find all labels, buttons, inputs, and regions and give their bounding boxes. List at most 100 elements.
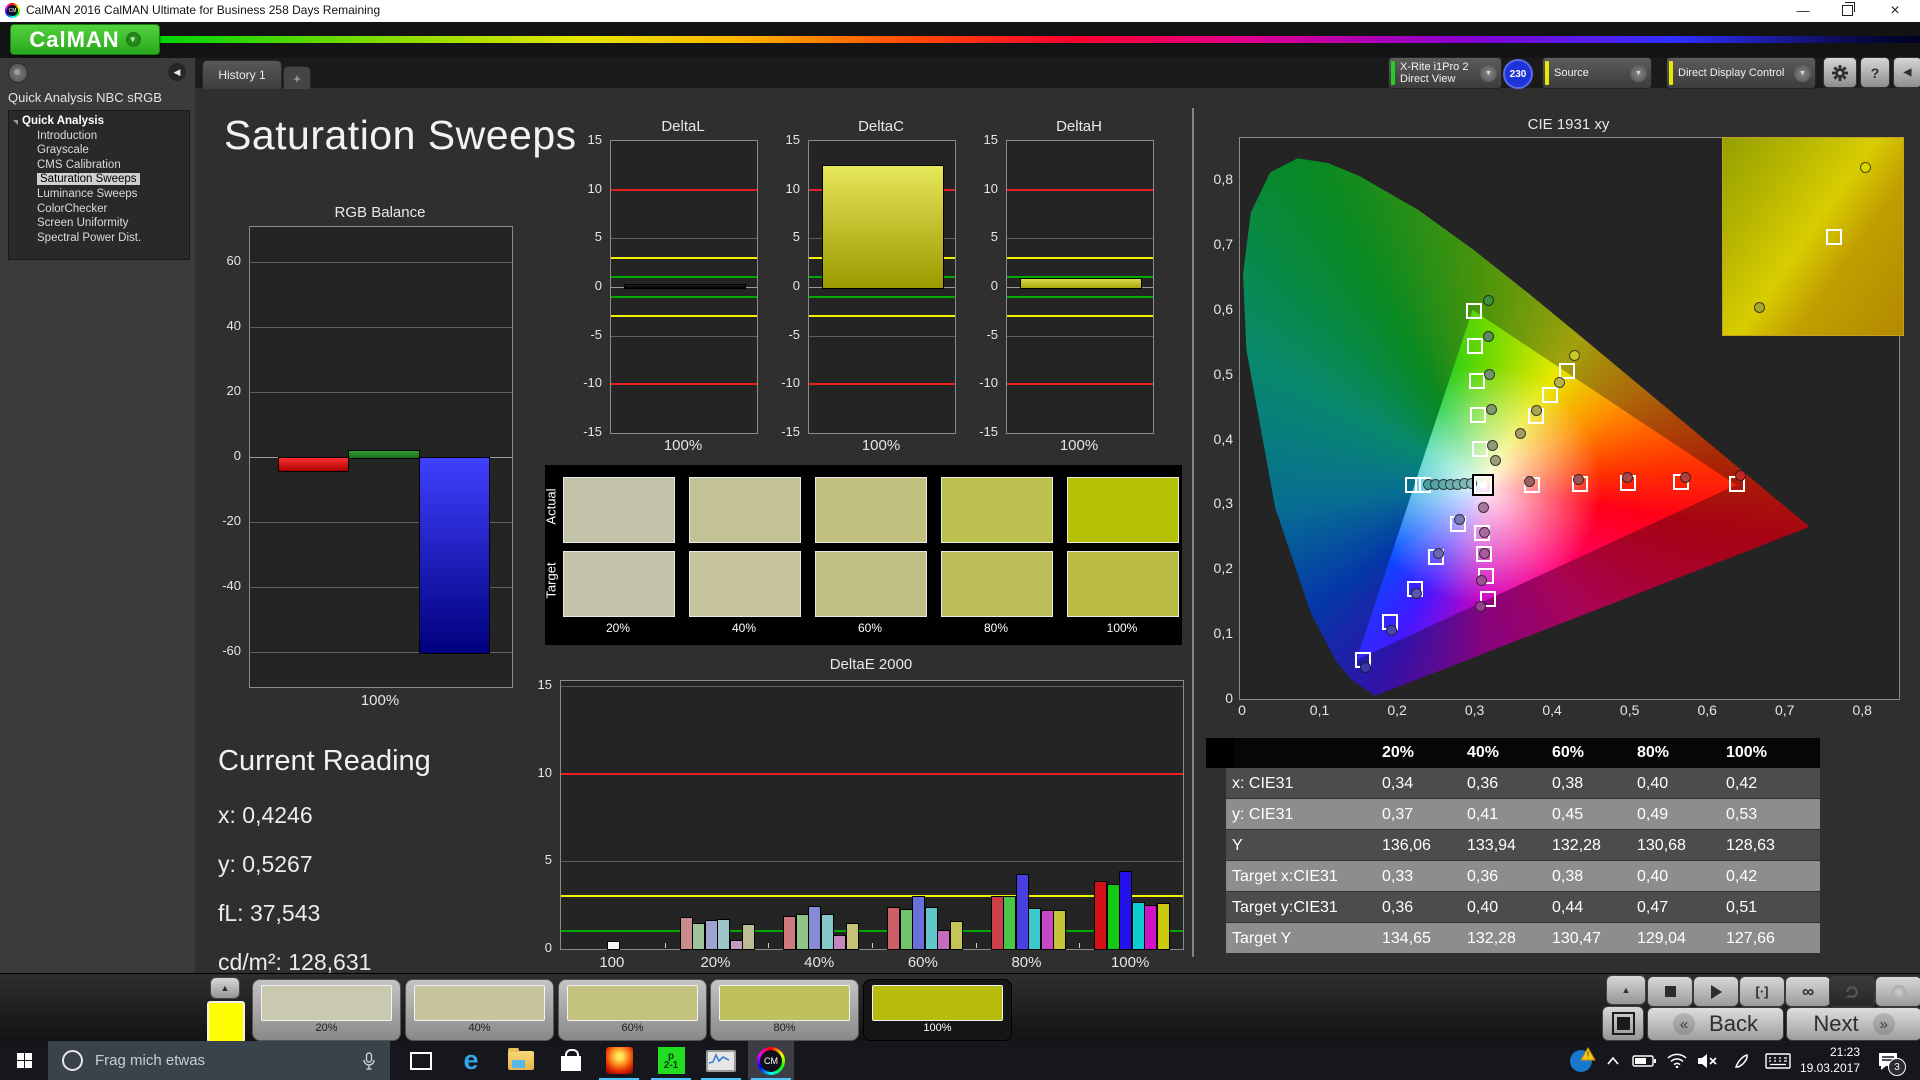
taskbar-file-explorer[interactable]	[498, 1041, 544, 1080]
table-cell: 128,63	[1726, 837, 1775, 854]
windows-logo-icon	[16, 1053, 32, 1068]
sidebar-item-spectral-power-dist-[interactable]: Spectral Power Dist.	[9, 231, 189, 246]
sidebar-item-colorchecker[interactable]: ColorChecker	[9, 202, 189, 217]
help-button[interactable]: ?	[1860, 57, 1890, 88]
transport-collapse-button[interactable]: ▲	[1606, 975, 1646, 1005]
pattern-chip	[414, 985, 545, 1021]
sidebar-item-label: Saturation Sweeps	[37, 173, 140, 186]
sidebar-item-cms-calibration[interactable]: CMS Calibration	[9, 158, 189, 173]
taskbar-calman-active[interactable]	[748, 1041, 794, 1080]
cie-measured-point	[1523, 475, 1535, 487]
taskbar-app-p21[interactable]: p 2-1	[648, 1041, 694, 1080]
sidebar-record-button[interactable]	[8, 63, 28, 83]
table-cell: 0,41	[1467, 806, 1499, 823]
deltae-bar	[899, 908, 913, 950]
task-view-icon	[410, 1051, 432, 1070]
actual-swatch-100%	[1067, 477, 1179, 543]
y-tick-label: 5	[594, 229, 602, 245]
workflow-tree: Quick Analysis Introduction Grayscale CMS C…	[8, 110, 190, 260]
cie-y-tick: 0,6	[1213, 300, 1233, 317]
meter-count-badge[interactable]: 230	[1503, 59, 1533, 89]
battery-icon[interactable]	[1628, 1041, 1660, 1080]
table-cell: 0,47	[1637, 899, 1669, 916]
pattern-chip	[872, 985, 1003, 1021]
table-cell: 0,40	[1467, 899, 1499, 916]
tab-history[interactable]: History 1	[202, 60, 282, 89]
panel-splitter[interactable]	[1192, 108, 1194, 957]
microphone-icon	[363, 1051, 375, 1070]
calman-logo-button[interactable]: CalMAN ▼	[10, 24, 160, 55]
taskbar-search[interactable]: Frag mich etwas	[48, 1041, 390, 1080]
volume-muted-icon[interactable]	[1692, 1041, 1724, 1080]
deltae-bar	[887, 906, 901, 950]
table-header-corner	[1206, 738, 1234, 768]
cie-target-square	[1542, 387, 1559, 404]
target-swatch-100%	[1067, 551, 1179, 617]
taskbar-edge[interactable]: e	[448, 1041, 494, 1080]
cie-y-tick: 0,7	[1213, 236, 1233, 252]
close-button[interactable]: ×	[1878, 0, 1912, 21]
pattern-swatch-80%[interactable]: 80%	[710, 979, 859, 1041]
cie-white-point-dot	[1478, 480, 1487, 489]
single-measure-button[interactable]: [·]	[1739, 976, 1785, 1007]
infinity-icon: ∞	[1801, 981, 1815, 1001]
deltae-bar	[1144, 905, 1158, 950]
window-titlebar: CalMAN 2016 CalMAN Ultimate for Business…	[0, 0, 1920, 22]
cie-x-tick: 0,2	[1387, 702, 1407, 718]
meter-dropdown[interactable]: X-Rite i1Pro 2 Direct View ▼	[1388, 57, 1502, 89]
add-tab-button[interactable]: +	[283, 66, 311, 89]
pattern-label: 40%	[468, 1022, 491, 1034]
taskbar-app-fire[interactable]	[596, 1041, 642, 1080]
taskbar-clock[interactable]: 21:23 19.03.2017	[1800, 1044, 1860, 1076]
y-tick-label: 60	[226, 252, 241, 268]
pattern-swatch-40%[interactable]: 40%	[405, 979, 554, 1041]
reading-y: y: 0,5267	[218, 851, 313, 877]
cie-white-point	[1471, 473, 1494, 496]
security-alert-icon[interactable]: !	[1564, 1041, 1598, 1080]
tray-expand-chevron[interactable]	[1600, 1041, 1626, 1080]
action-center-icon[interactable]: 3	[1868, 1041, 1908, 1080]
table-cell: 129,04	[1637, 930, 1686, 947]
pattern-swatch-100%[interactable]: 100%	[863, 979, 1012, 1041]
pattern-swatch-60%[interactable]: 60%	[558, 979, 707, 1041]
taskbar-app-hcfr[interactable]	[698, 1041, 744, 1080]
sidebar-item-screen-uniformity[interactable]: Screen Uniformity	[9, 216, 189, 231]
task-view-button[interactable]	[398, 1041, 444, 1080]
pattern-collapse-button[interactable]: ▲	[210, 977, 240, 999]
continuous-measure-button[interactable]: ∞	[1785, 976, 1831, 1007]
sidebar-item-quick-analysis[interactable]: Quick Analysis	[9, 114, 189, 129]
sidebar-item-introduction[interactable]: Introduction	[9, 129, 189, 144]
cie-x-tick: 0,1	[1309, 702, 1330, 718]
minimize-button[interactable]: —	[1786, 0, 1820, 21]
loop-measure-button[interactable]	[1829, 976, 1875, 1007]
collapse-panel-button[interactable]: ◀	[1893, 57, 1920, 88]
restore-button[interactable]	[1830, 0, 1864, 21]
table-cell: 133,94	[1467, 837, 1516, 854]
back-button[interactable]: « Back	[1647, 1007, 1784, 1041]
sidebar-collapse-button[interactable]: ◀	[168, 63, 186, 81]
pattern-swatch-20%[interactable]: 20%	[252, 979, 401, 1041]
group-tick	[768, 943, 770, 948]
source-dropdown[interactable]: Source ▼	[1542, 57, 1652, 89]
meter-status-stripe	[1391, 61, 1395, 85]
cie-y-tick: 0	[1225, 690, 1233, 706]
stop-measure-button[interactable]	[1647, 976, 1693, 1007]
sidebar-item-saturation-sweeps[interactable]: Saturation Sweeps	[9, 172, 189, 187]
pattern-preview-swatch[interactable]	[207, 1001, 245, 1043]
play-measure-button[interactable]	[1693, 976, 1739, 1007]
touch-keyboard-icon[interactable]	[1760, 1041, 1796, 1080]
green-limit-line	[611, 276, 757, 279]
settings-button[interactable]	[1823, 57, 1857, 88]
table-cell: 0,38	[1552, 868, 1584, 885]
sidebar-item-luminance-sweeps[interactable]: Luminance Sweeps	[9, 187, 189, 202]
display-control-dropdown[interactable]: Direct Display Control ▼	[1666, 57, 1816, 89]
next-button[interactable]: Next »	[1786, 1007, 1920, 1041]
extra-transport-button[interactable]	[1875, 976, 1920, 1007]
stop-pattern-button[interactable]	[1602, 1006, 1644, 1041]
taskbar-store[interactable]	[548, 1041, 594, 1080]
wifi-icon[interactable]	[1662, 1041, 1692, 1080]
start-button[interactable]	[0, 1041, 48, 1080]
sidebar-item-grayscale[interactable]: Grayscale	[9, 143, 189, 158]
pen-icon[interactable]	[1726, 1041, 1758, 1080]
sidebar-item-label: Grayscale	[37, 144, 89, 157]
